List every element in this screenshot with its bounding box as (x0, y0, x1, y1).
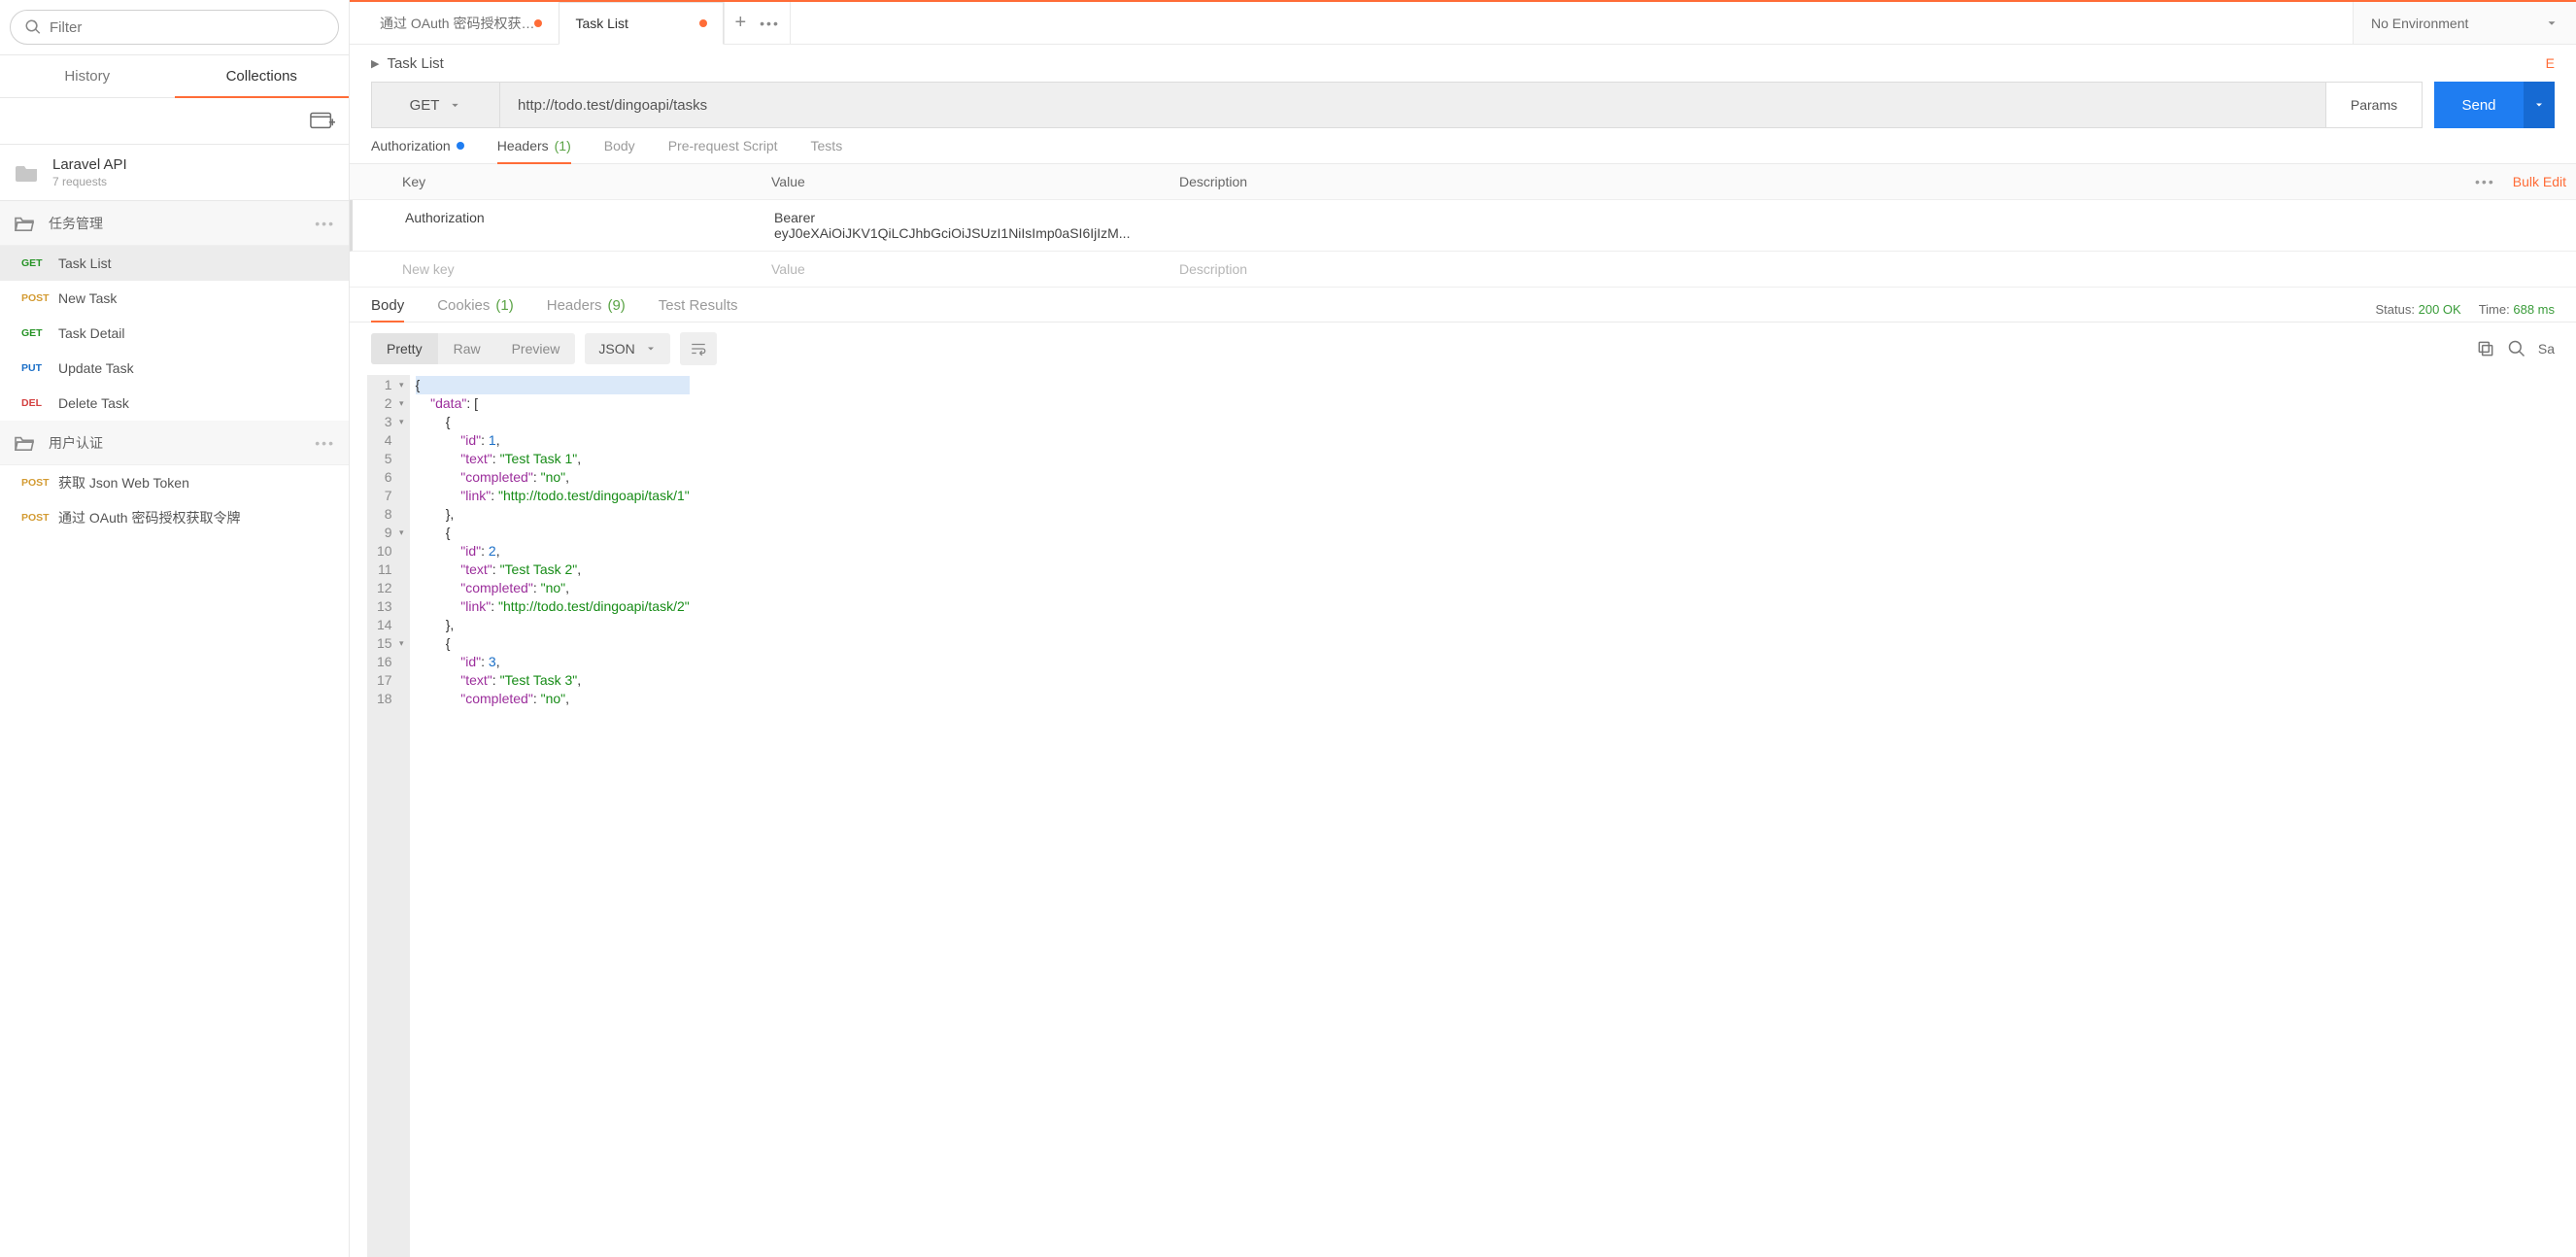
tab-prerequest[interactable]: Pre-request Script (668, 138, 778, 163)
tabbar: 通过 OAuth 密码授权获…Task List + ••• No Enviro… (350, 2, 2576, 45)
wrap-icon (690, 341, 707, 357)
resp-tab-cookies[interactable]: Cookies(1) (437, 297, 514, 322)
new-desc-input[interactable]: Description (1166, 252, 2576, 287)
chevron-down-icon (2533, 99, 2545, 111)
search-icon[interactable] (2507, 339, 2526, 358)
chevron-down-icon (449, 99, 461, 112)
col-desc: Description (1166, 164, 2576, 199)
request-item[interactable]: PUTUpdate Task (0, 351, 349, 386)
url-input[interactable] (499, 82, 2325, 128)
request-item[interactable]: DELDelete Task (0, 386, 349, 421)
chevron-down-icon (645, 343, 657, 355)
verb-badge: POST (21, 292, 58, 304)
resp-tab-tests[interactable]: Test Results (659, 297, 738, 322)
tab-collections[interactable]: Collections (175, 55, 350, 97)
verb-badge: PUT (21, 362, 58, 374)
chevron-down-icon (2545, 17, 2559, 30)
collection-header[interactable]: Laravel API 7 requests (0, 145, 349, 201)
resp-tab-headers[interactable]: Headers(9) (547, 297, 626, 322)
dot-icon (457, 142, 464, 150)
tab-history[interactable]: History (0, 55, 175, 97)
request-item[interactable]: POSTNew Task (0, 281, 349, 316)
tab-body[interactable]: Body (604, 138, 635, 163)
new-tab-button[interactable]: + (734, 12, 746, 34)
folder-options[interactable]: ••• (315, 435, 335, 451)
dirty-dot-icon (699, 19, 707, 27)
request-item[interactable]: POST通过 OAuth 密码授权获取令牌 (0, 500, 349, 535)
tab-authorization[interactable]: Authorization (371, 138, 464, 163)
request-tab[interactable]: 通过 OAuth 密码授权获… (363, 2, 559, 44)
status-badge: 200 OK (2419, 302, 2461, 317)
verb-badge: POST (21, 477, 58, 489)
request-item[interactable]: GETTask List (0, 246, 349, 281)
request-item[interactable]: POST获取 Json Web Token (0, 465, 349, 500)
tab-headers[interactable]: Headers(1) (497, 138, 571, 163)
folder-open-icon (14, 434, 35, 452)
folder-icon (16, 163, 39, 183)
tab-options[interactable]: ••• (760, 16, 780, 31)
filter-input[interactable] (50, 19, 324, 36)
response-body[interactable]: 1▾2▾3▾456789▾101112131415▾161718 { "data… (350, 375, 2576, 1257)
dirty-dot-icon (534, 19, 542, 27)
verb-badge: GET (21, 327, 58, 339)
folder-row[interactable]: 用户认证••• (0, 421, 349, 465)
headers-table: ••• Bulk Edit Key Value Description Auth… (350, 164, 2576, 288)
copy-icon[interactable] (2476, 339, 2495, 358)
col-value: Value (758, 164, 1166, 199)
col-key: Key (350, 164, 758, 199)
view-raw[interactable]: Raw (438, 333, 496, 364)
view-pretty[interactable]: Pretty (371, 333, 438, 364)
params-button[interactable]: Params (2325, 82, 2423, 128)
examples-link[interactable]: E (2546, 55, 2555, 71)
header-row[interactable]: AuthorizationBearer eyJ0eXAiOiJKV1QiLCJh… (350, 200, 2576, 252)
save-response-partial[interactable]: Sa (2538, 341, 2555, 357)
bulk-edit-link[interactable]: Bulk Edit (2513, 174, 2566, 189)
sidebar: History Collections Laravel API 7 reques… (0, 0, 350, 1257)
resp-tab-body[interactable]: Body (371, 297, 404, 322)
folder-open-icon (14, 215, 35, 232)
environment-select[interactable]: No Environment (2353, 2, 2576, 44)
verb-badge: GET (21, 257, 58, 269)
send-dropdown[interactable] (2524, 82, 2555, 128)
folder-options[interactable]: ••• (315, 216, 335, 231)
breadcrumb-caret-icon[interactable]: ▶ (371, 57, 379, 70)
tab-tests[interactable]: Tests (811, 138, 843, 163)
breadcrumb: Task List (387, 55, 443, 72)
new-collection-icon[interactable] (310, 109, 335, 133)
folder-row[interactable]: 任务管理••• (0, 201, 349, 246)
new-key-input[interactable]: New key (350, 252, 758, 287)
collection-name: Laravel API (52, 156, 127, 173)
main: 通过 OAuth 密码授权获…Task List + ••• No Enviro… (350, 0, 2576, 1257)
view-preview[interactable]: Preview (496, 333, 576, 364)
time-value: 688 ms (2513, 302, 2555, 317)
verb-badge: DEL (21, 397, 58, 409)
headers-options[interactable]: ••• (2475, 174, 2495, 189)
new-value-input[interactable]: Value (758, 252, 1166, 287)
request-tab[interactable]: Task List (559, 2, 724, 45)
send-button[interactable]: Send (2434, 82, 2524, 128)
collection-meta: 7 requests (52, 175, 127, 188)
wrap-button[interactable] (680, 332, 717, 365)
search-icon (24, 18, 42, 36)
filter-wrap[interactable] (10, 10, 339, 45)
method-select[interactable]: GET (371, 82, 499, 128)
request-item[interactable]: GETTask Detail (0, 316, 349, 351)
format-select[interactable]: JSON (585, 333, 669, 364)
verb-badge: POST (21, 512, 58, 524)
